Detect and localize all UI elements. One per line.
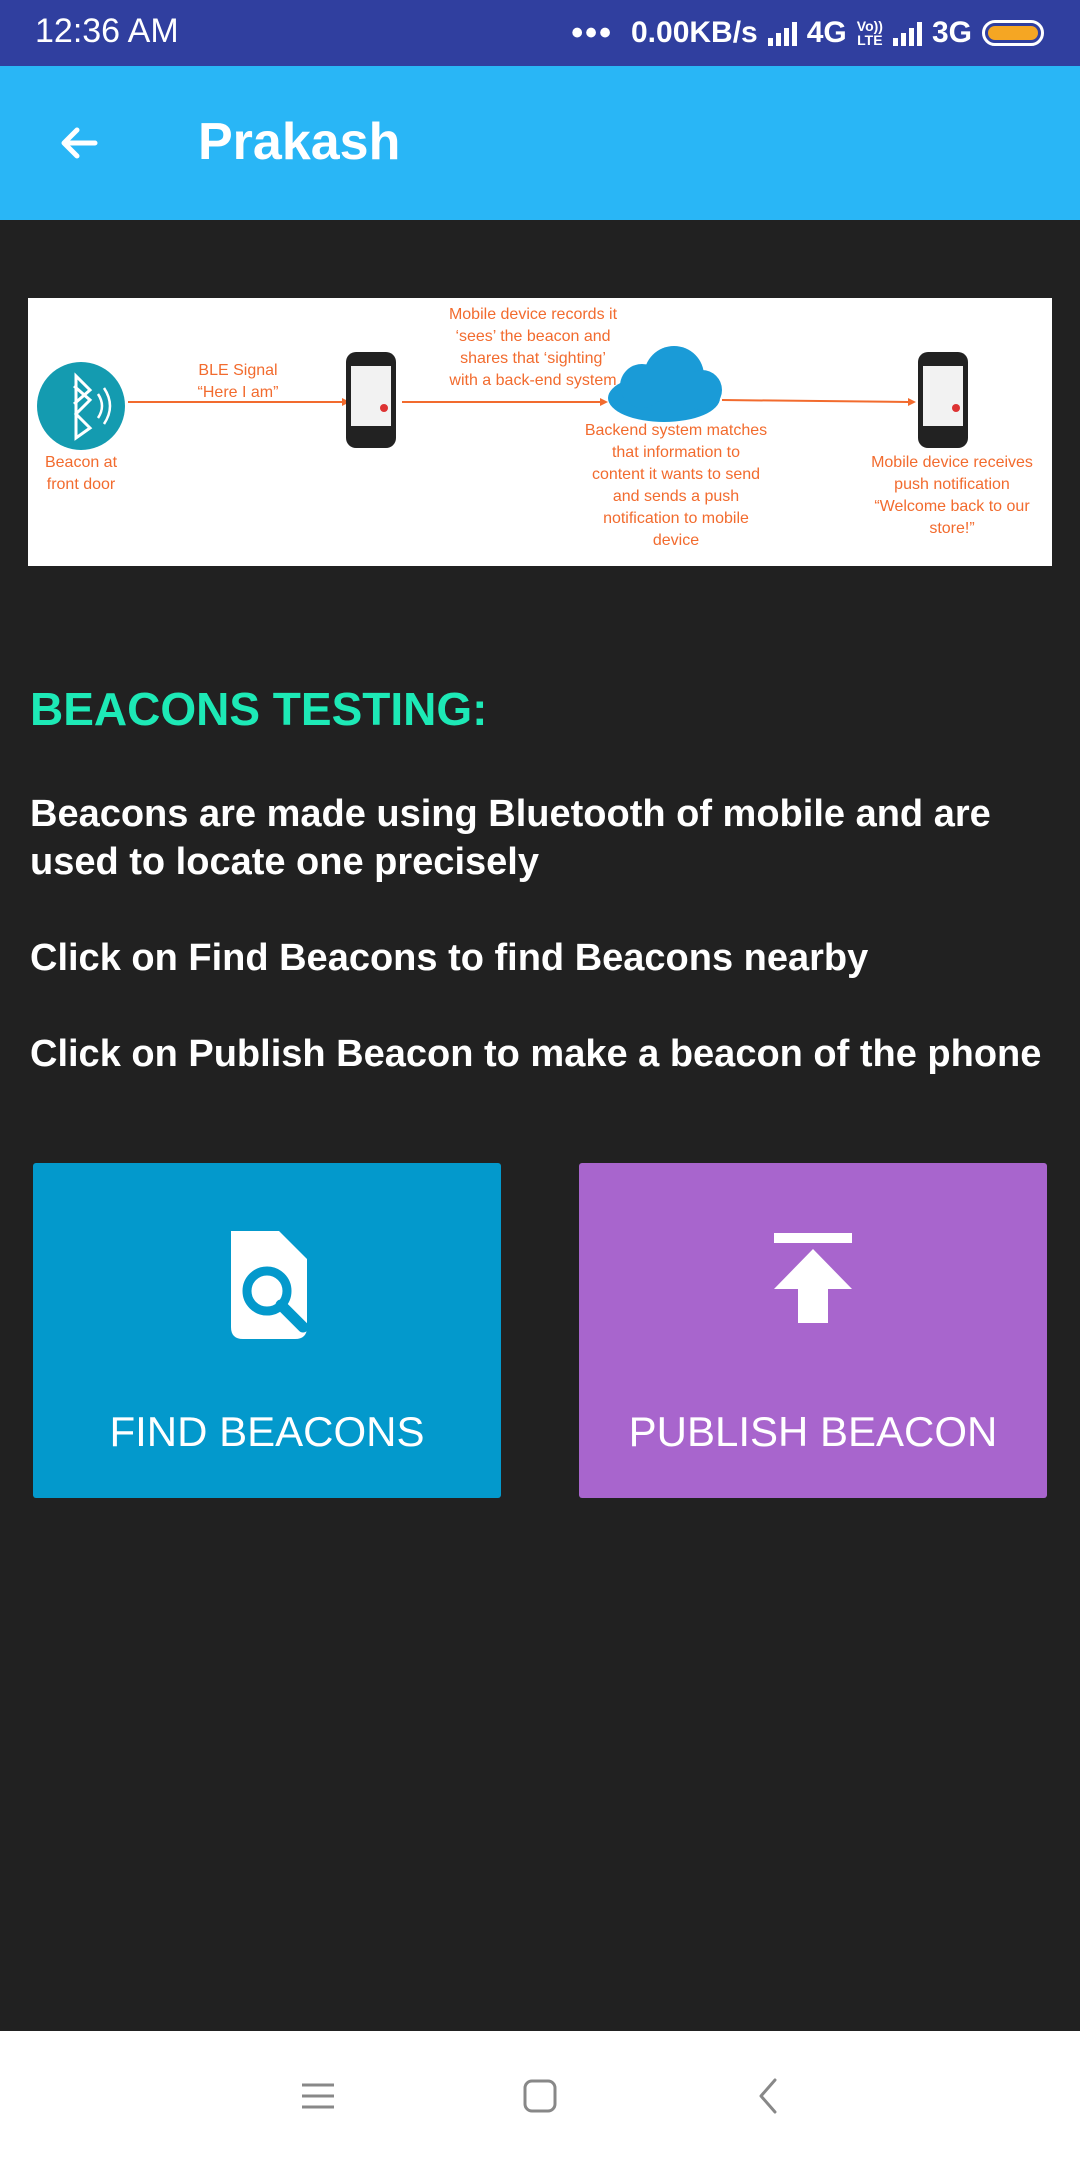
beacon-diagram: BLE Signal “Here I am” Beacon at front d… xyxy=(28,298,1052,566)
backend-line-2: that information to xyxy=(611,444,741,461)
menu-icon xyxy=(302,2083,334,2109)
publish-icon xyxy=(774,1233,852,1323)
file-search-icon xyxy=(231,1231,309,1339)
publish-instruction: Click on Publish Beacon to make a beacon… xyxy=(30,1033,1042,1075)
records-line-1: Mobile device records it xyxy=(448,306,618,323)
network-type-2: 3G xyxy=(931,16,972,49)
backend-line-3: content it wants to send xyxy=(591,466,761,483)
find-beacons-label: FIND BEACONS xyxy=(109,1408,425,1455)
backend-line-1: Backend system matches xyxy=(584,422,768,439)
beacon-label-line-1: Beacon at xyxy=(44,454,118,471)
system-nav-bar xyxy=(0,2031,1080,2160)
publish-beacon-button[interactable]: PUBLISH BEACON xyxy=(579,1163,1047,1498)
network-type-1: 4G xyxy=(806,16,847,49)
status-bar: 12:36 AM ••• 0.00KB/s 4G Vo)) LTE 3G xyxy=(0,0,1080,66)
status-time: 12:36 AM xyxy=(35,12,179,50)
records-line-2: ‘sees’ the beacon and xyxy=(455,328,611,345)
status-indicators: ••• 0.00KB/s 4G Vo)) LTE 3G xyxy=(571,10,1044,56)
find-icon-wrap xyxy=(33,1225,501,1345)
records-line-3: shares that ‘sighting’ xyxy=(460,350,606,367)
find-instruction: Click on Find Beacons to find Beacons ne… xyxy=(30,937,869,979)
signal-icon-2 xyxy=(892,20,922,46)
app-bar: Prakash xyxy=(0,66,1080,220)
find-beacons-button[interactable]: FIND BEACONS xyxy=(33,1163,501,1498)
home-square-icon xyxy=(523,2079,557,2113)
receives-line-1: Mobile device receives xyxy=(871,454,1033,471)
system-back-button[interactable] xyxy=(733,2061,803,2131)
screen: 12:36 AM ••• 0.00KB/s 4G Vo)) LTE 3G Pra… xyxy=(0,0,1080,2160)
publish-beacon-label: PUBLISH BEACON xyxy=(628,1408,998,1455)
receives-line-2: push notification xyxy=(894,476,1010,493)
publish-icon-wrap xyxy=(579,1225,1047,1345)
receives-line-3: “Welcome back to our xyxy=(874,498,1030,515)
back-button[interactable] xyxy=(44,108,114,178)
recent-apps-button[interactable] xyxy=(283,2061,353,2131)
records-text: Mobile device records it ‘sees’ the beac… xyxy=(408,304,658,392)
ble-signal-text: BLE Signal “Here I am” xyxy=(168,360,308,404)
battery-icon xyxy=(982,20,1044,46)
backend-line-5: notification to mobile xyxy=(603,510,749,527)
notification-dots: ••• xyxy=(571,13,613,52)
backend-text: Backend system matches that information … xyxy=(558,420,794,552)
network-speed: 0.00KB/s xyxy=(631,16,758,49)
back-chevron-icon xyxy=(759,2078,777,2114)
arrow-back-icon xyxy=(61,127,98,159)
backend-line-6: device xyxy=(652,532,700,549)
receives-line-4: store!” xyxy=(929,520,975,537)
receives-text: Mobile device receives push notification… xyxy=(854,452,1050,540)
volte-icon: Vo)) LTE xyxy=(857,19,883,47)
beacon-label: Beacon at front door xyxy=(28,452,134,496)
records-line-4: with a back-end system xyxy=(449,372,617,389)
here-i-am-line: “Here I am” xyxy=(197,384,279,401)
app-title: Prakash xyxy=(198,113,401,171)
home-button[interactable] xyxy=(505,2061,575,2131)
bluetooth-beacon-icon xyxy=(37,362,125,450)
signal-icon xyxy=(767,20,797,46)
beacon-label-line-2: front door xyxy=(46,476,116,493)
description-paragraph: Beacons are made using Bluetooth of mobi… xyxy=(30,793,991,883)
backend-line-4: and sends a push xyxy=(612,488,740,505)
section-heading: BEACONS TESTING: xyxy=(30,683,488,735)
volte-bottom: LTE xyxy=(857,32,883,48)
ble-signal-line: BLE Signal xyxy=(198,362,278,379)
